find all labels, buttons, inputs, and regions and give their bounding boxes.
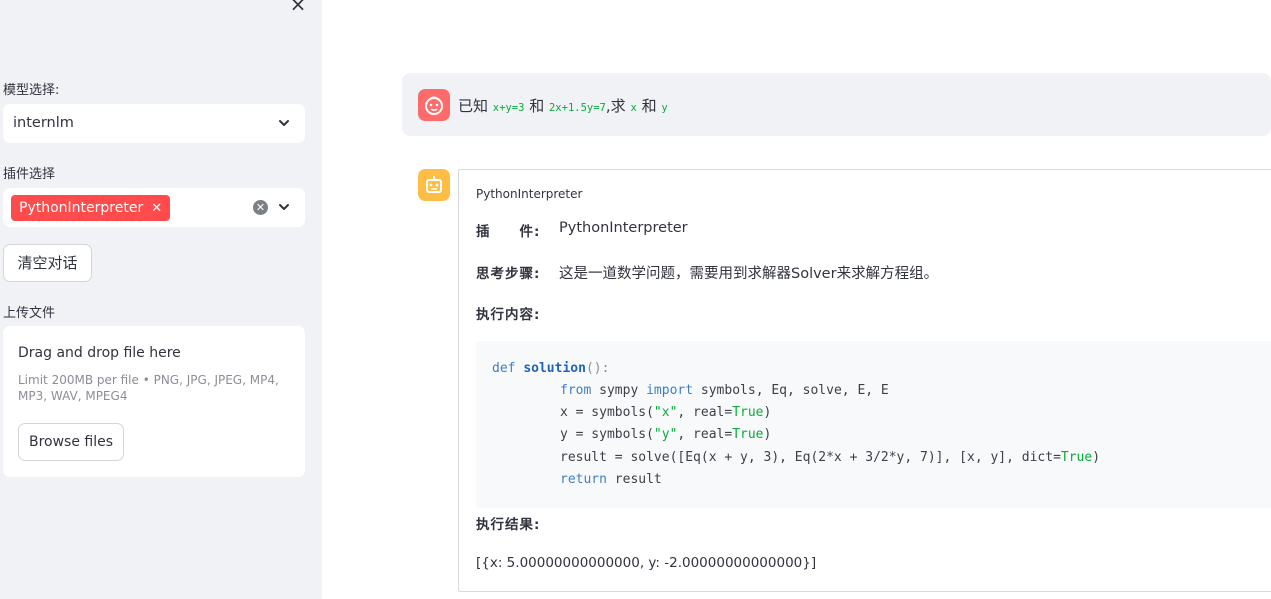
plugin-select-label: 插件选择 [3,167,56,182]
msg-text: 和 [641,97,657,115]
upload-instructions: Drag and drop file here [18,345,181,361]
upload-label: 上传文件 [3,306,56,321]
code-token: x = symbols( [560,405,654,420]
model-select-value: internlm [13,115,74,131]
user-message-text: 已知 x+y=3 和 2x+1.5y=7,求 x 和 y [458,95,668,116]
plugin-value: PythonInterpreter [559,220,688,236]
user-message: 已知 x+y=3 和 2x+1.5y=7,求 x 和 y [402,73,1271,136]
code-token: , real= [677,427,733,442]
code-token: def [492,361,516,376]
exec-result-key: 执行结果: [476,517,541,533]
model-select[interactable]: internlm [3,104,305,143]
code-token: , real= [677,405,733,420]
panel-title: PythonInterpreter [476,187,583,201]
code-block: def solution(): from sympy import symbol… [476,341,1271,508]
code-line: from sympy import symbols, Eq, solve, E,… [560,383,889,398]
inline-code: y [661,102,668,114]
code-token: y = symbols( [560,427,654,442]
plugin-key: 插 件: [476,224,541,240]
msg-text: 和 [529,97,545,115]
code-token: result [606,472,662,487]
exec-content-key: 执行内容: [476,307,541,323]
code-token: return [560,472,607,487]
chat-area: 已知 x+y=3 和 2x+1.5y=7,求 x 和 y PythonInter… [322,0,1271,599]
code-line: y = symbols("y", real=True) [560,427,771,442]
exec-result-value: [{x: 5.00000000000000, y: -2.00000000000… [476,555,817,571]
inline-code: 2x+1.5y=7 [548,102,606,114]
code-token: "y" [653,427,678,442]
assistant-avatar-icon [418,169,450,201]
code-line: def solution(): [492,361,609,376]
msg-text: ,求 [605,97,626,115]
plugin-multiselect[interactable]: PythonInterpreter ✕ ✕ [3,188,305,227]
chevron-down-icon [279,204,289,210]
code-line: result = solve([Eq(x + y, 3), Eq(2*x + 3… [560,450,1100,465]
code-token: from [560,383,592,398]
msg-text: 已知 [458,97,489,115]
code-token: symbols, Eq, solve, E, E [693,383,889,398]
thought-value: 这是一道数学问题，需要用到求解器Solver来求解方程组。 [559,266,939,282]
upload-limit-text: Limit 200MB per file • PNG, JPG, JPEG, M… [18,373,279,403]
code-token: True [1060,450,1093,465]
code-line: x = symbols("x", real=True) [560,405,771,420]
browse-files-button[interactable]: Browse files [18,423,124,461]
code-token: (): [585,361,610,376]
code-token: True [732,427,764,442]
code-token: ) [763,405,772,420]
inline-code: x+y=3 [492,102,525,114]
code-token: import [646,383,694,398]
chevron-down-icon [279,120,289,126]
code-token: ) [1092,450,1101,465]
plugin-tag-label: PythonInterpreter [19,200,144,216]
close-icon[interactable]: × [288,0,308,14]
code-token: ) [763,427,772,442]
thought-key: 思考步骤: [476,266,541,282]
code-token: sympy [591,383,647,398]
code-token: solution [523,361,586,376]
code-token: True [732,405,764,420]
user-avatar-icon [418,89,450,121]
code-token: result = solve([Eq(x + y, 3), Eq(2*x + 3… [560,450,1061,465]
model-select-label: 模型选择: [3,83,60,98]
plugin-tag[interactable]: PythonInterpreter ✕ [11,195,171,221]
inline-code: x [630,102,637,114]
tag-remove-icon[interactable]: ✕ [151,201,162,216]
assistant-response-panel: PythonInterpreter 插 件: PythonInterpreter… [458,169,1271,592]
clear-all-icon[interactable]: ✕ [253,200,268,215]
code-line: return result [560,472,662,487]
sidebar: × 模型选择: internlm 插件选择 PythonInterpreter ✕… [0,0,322,599]
file-uploader-dropzone[interactable]: Drag and drop file here Limit 200MB per … [3,326,305,477]
code-token: "x" [653,405,678,420]
clear-chat-button[interactable]: 清空对话 [3,244,92,282]
